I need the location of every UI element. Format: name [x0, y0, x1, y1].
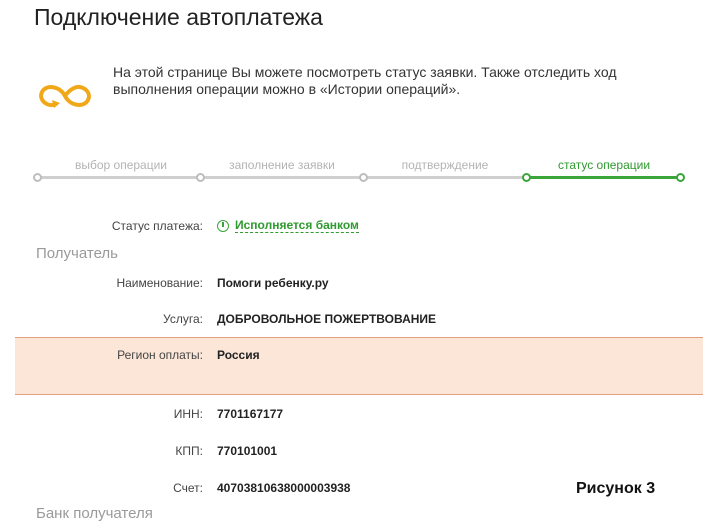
progress-stepper: выбор операции заполнение заявки подтвер… [33, 155, 685, 185]
field-value: 7701167177 [217, 407, 284, 421]
status-link[interactable]: Исполняется банком [235, 218, 359, 233]
field-value: Помоги ребенку.ру [217, 276, 329, 290]
step-dot-end [676, 173, 685, 182]
field-value: ДОБРОВОЛЬНОЕ ПОЖЕРТВОВАНИЕ [217, 312, 437, 326]
clock-icon [217, 219, 229, 232]
step-label-fill-request: заполнение заявки [229, 158, 335, 172]
step-dot [359, 173, 368, 182]
stepper-track-active [527, 176, 682, 179]
step-dot [196, 173, 205, 182]
field-label: Услуга: [163, 312, 203, 326]
field-label: КПП: [175, 444, 203, 458]
step-label-confirmation: подтверждение [401, 158, 489, 172]
intro-text: На этой странице Вы можете посмотреть ст… [113, 64, 617, 97]
step-dot [33, 173, 42, 182]
region-highlight [15, 337, 703, 395]
field-label: Наименование: [116, 276, 203, 290]
autopay-infinity-icon [39, 85, 91, 108]
field-value: 770101001 [217, 444, 278, 458]
step-label-select-operation: выбор операции [74, 158, 168, 172]
bank-section-title: Банк получателя [36, 505, 153, 522]
field-value: 40703810638000003938 [217, 481, 351, 495]
status-value[interactable]: Исполняется банком [217, 218, 359, 233]
field-label: ИНН: [173, 407, 203, 421]
figure-caption: Рисунок 3 [576, 480, 656, 497]
recipient-section-title: Получатель [36, 245, 118, 262]
status-label: Статус платежа: [111, 219, 203, 233]
page-title: Подключение автоплатежа [34, 4, 323, 30]
field-value: Россия [217, 348, 260, 362]
step-label-operation-status: статус операции [557, 158, 651, 172]
step-dot-active [522, 173, 531, 182]
field-label: Счет: [173, 481, 203, 495]
field-label: Регион оплаты: [117, 348, 203, 362]
